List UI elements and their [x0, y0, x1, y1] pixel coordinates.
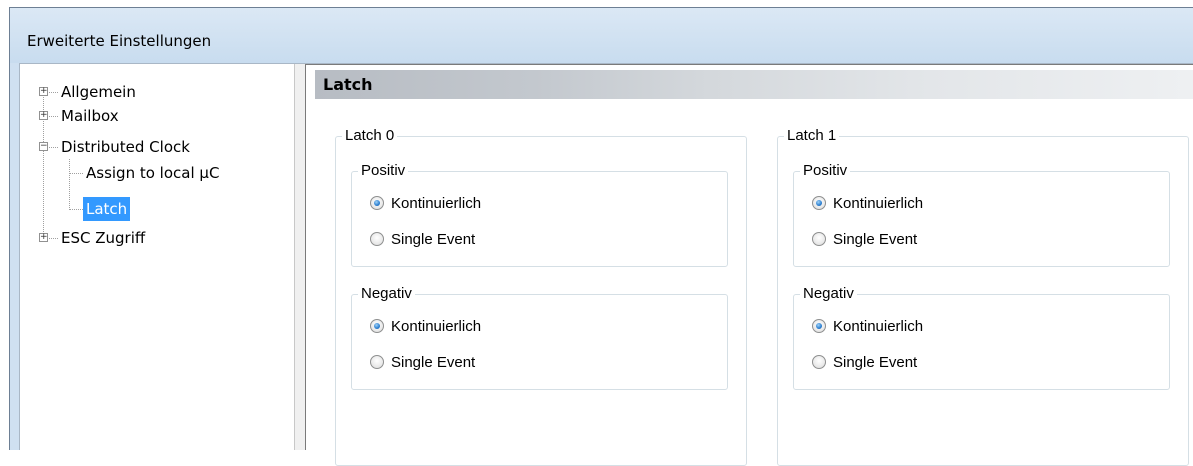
- group-title: Negativ: [800, 285, 857, 303]
- tree-item-label: ESC Zugriff: [61, 229, 146, 247]
- radio-label: Single Event: [833, 230, 918, 248]
- radio-label: Kontinuierlich: [391, 194, 482, 212]
- expand-icon[interactable]: +: [39, 233, 48, 242]
- radio-button[interactable]: [370, 196, 384, 210]
- radio-label: Kontinuierlich: [833, 194, 924, 212]
- tree-connector: [49, 116, 58, 117]
- latch-1-negativ-group: Negativ Kontinuierlich Single Event: [793, 285, 1170, 390]
- settings-tree: + Allgemein + Mailbox − Distributed Cloc…: [20, 64, 295, 450]
- expand-icon[interactable]: +: [39, 87, 48, 96]
- radio-kontinuierlich[interactable]: Kontinuierlich: [812, 193, 923, 213]
- latch-settings-pane: Latch Latch 0 Positiv Kontinuierlich Sin…: [305, 64, 1193, 466]
- radio-button[interactable]: [370, 232, 384, 246]
- radio-single-event[interactable]: Single Event: [370, 352, 475, 372]
- tree-connector: [70, 209, 83, 210]
- latch-1-positiv-group: Positiv Kontinuierlich Single Event: [793, 162, 1170, 267]
- splitter[interactable]: [295, 64, 305, 450]
- tree-item-assign-to-local-uc[interactable]: Assign to local µC: [20, 161, 290, 185]
- tree-connector: [49, 238, 58, 239]
- radio-label: Single Event: [391, 230, 476, 248]
- tree-item-label: Latch: [83, 197, 131, 221]
- group-title: Positiv: [358, 162, 409, 180]
- latch-1-group: Latch 1 Positiv Kontinuierlich Single Ev…: [777, 127, 1189, 466]
- dialog-client-area: + Allgemein + Mailbox − Distributed Cloc…: [19, 63, 1193, 466]
- radio-label: Single Event: [391, 353, 476, 371]
- latch-0-negativ-group: Negativ Kontinuierlich Single Event: [351, 285, 728, 390]
- radio-button[interactable]: [812, 196, 826, 210]
- tree-connector: [49, 92, 58, 93]
- group-title: Latch 1: [784, 127, 840, 145]
- window-title: Erweiterte Einstellungen: [27, 32, 212, 50]
- radio-kontinuierlich[interactable]: Kontinuierlich: [370, 193, 481, 213]
- tree-item-mailbox[interactable]: + Mailbox: [20, 104, 290, 128]
- tree-item-label: Assign to local µC: [86, 164, 220, 182]
- radio-single-event[interactable]: Single Event: [812, 352, 917, 372]
- tree-item-distributed-clock[interactable]: − Distributed Clock: [20, 135, 290, 159]
- radio-button[interactable]: [370, 319, 384, 333]
- radio-single-event[interactable]: Single Event: [812, 229, 917, 249]
- pane-header: Latch: [315, 70, 1193, 99]
- tree-item-label: Mailbox: [61, 107, 119, 125]
- radio-label: Single Event: [833, 353, 918, 371]
- radio-kontinuierlich[interactable]: Kontinuierlich: [812, 316, 923, 336]
- expand-icon[interactable]: +: [39, 111, 48, 120]
- pane-title: Latch: [323, 75, 373, 94]
- latch-0-positiv-group: Positiv Kontinuierlich Single Event: [351, 162, 728, 267]
- tree-item-latch[interactable]: Latch: [20, 197, 290, 221]
- tree-item-label: Distributed Clock: [61, 138, 190, 156]
- group-title: Latch 0: [342, 127, 398, 145]
- tree-item-label: Allgemein: [61, 83, 136, 101]
- radio-kontinuierlich[interactable]: Kontinuierlich: [370, 316, 481, 336]
- radio-label: Kontinuierlich: [391, 317, 482, 335]
- tree-connector: [49, 147, 58, 148]
- collapse-icon[interactable]: −: [39, 142, 48, 151]
- group-title: Positiv: [800, 162, 851, 180]
- radio-button[interactable]: [812, 232, 826, 246]
- tree-connector: [70, 173, 83, 174]
- radio-label: Kontinuierlich: [833, 317, 924, 335]
- radio-button[interactable]: [812, 319, 826, 333]
- radio-button[interactable]: [812, 355, 826, 369]
- radio-button[interactable]: [370, 355, 384, 369]
- radio-single-event[interactable]: Single Event: [370, 229, 475, 249]
- title-bar: Erweiterte Einstellungen: [10, 8, 1193, 63]
- latch-0-group: Latch 0 Positiv Kontinuierlich Single Ev…: [335, 127, 747, 466]
- group-title: Negativ: [358, 285, 415, 303]
- dialog-window: Erweiterte Einstellungen + Allgemein + M…: [9, 7, 1193, 466]
- tree-item-esc-zugriff[interactable]: + ESC Zugriff: [20, 226, 290, 250]
- tree-item-allgemein[interactable]: + Allgemein: [20, 80, 290, 104]
